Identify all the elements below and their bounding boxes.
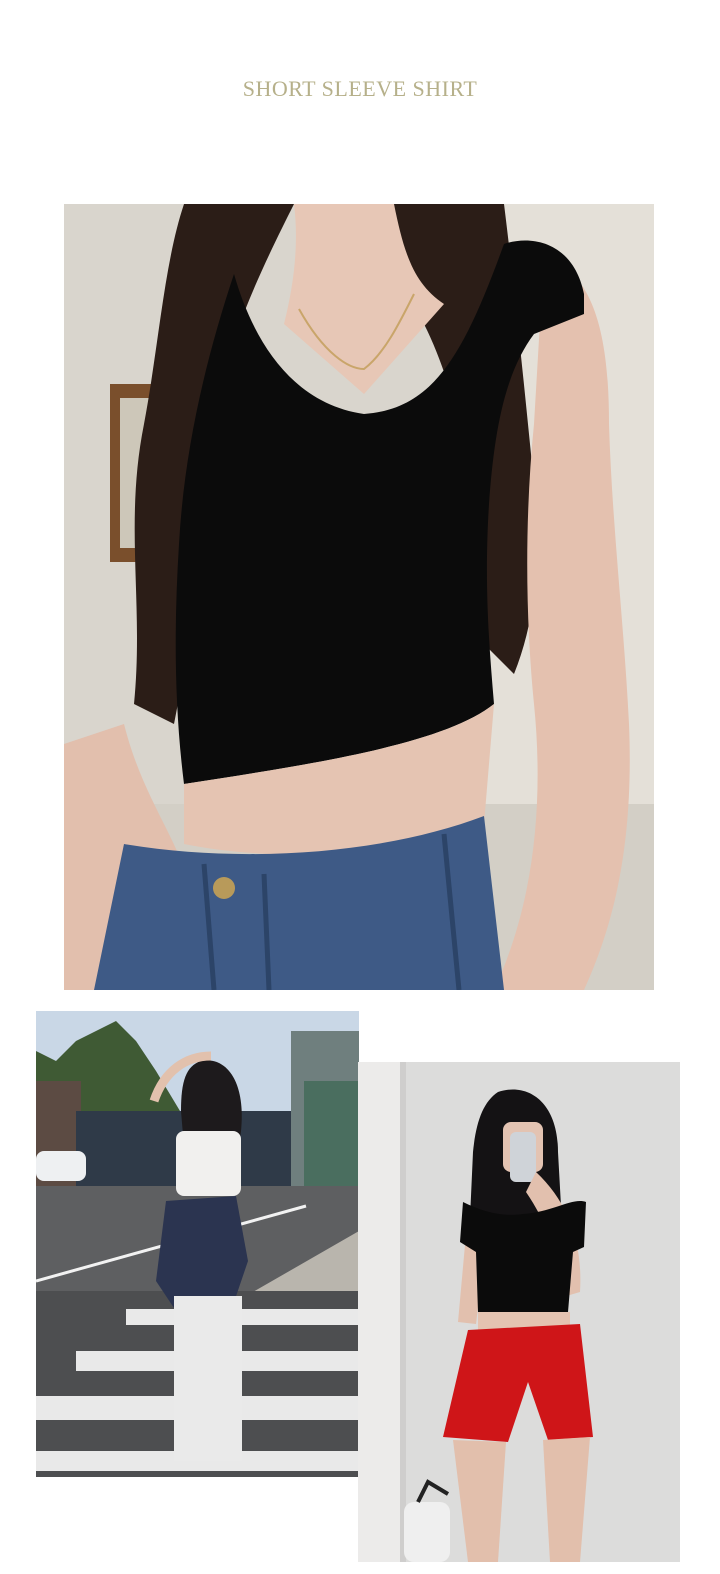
studio-photo-illustration	[358, 1062, 680, 1562]
street-photo-illustration	[36, 1011, 359, 1477]
main-product-photo	[64, 204, 654, 990]
studio-mirror-photo	[358, 1062, 680, 1562]
page-title: SHORT SLEEVE SHIRT	[242, 76, 478, 101]
main-photo-illustration	[64, 204, 654, 990]
street-style-photo	[36, 1011, 359, 1477]
